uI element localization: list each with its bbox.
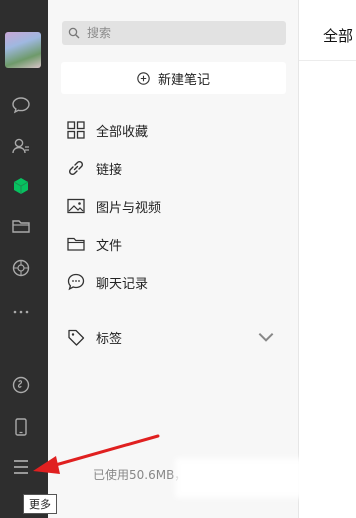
search-box[interactable] bbox=[62, 21, 286, 45]
tag-icon bbox=[68, 329, 85, 346]
nav-item-tags[interactable]: 标签 bbox=[66, 325, 286, 349]
favorites-panel: 新建笔记 全部收藏 链接 图片与视频 文件 聊天记录 标签 已使用50.6MB， bbox=[48, 0, 298, 518]
left-rail bbox=[0, 0, 48, 518]
grid-icon bbox=[67, 121, 85, 139]
menu-icon[interactable] bbox=[11, 457, 31, 477]
nav-item-images-videos[interactable]: 图片与视频 bbox=[66, 194, 286, 218]
plus-circle-icon bbox=[137, 71, 150, 85]
nav-item-chat-records[interactable]: 聊天记录 bbox=[66, 270, 286, 294]
mini-program-icon[interactable] bbox=[11, 375, 31, 395]
nav-item-links[interactable]: 链接 bbox=[66, 156, 286, 180]
folder-icon[interactable] bbox=[11, 216, 31, 236]
phone-icon[interactable] bbox=[11, 417, 31, 437]
more-dots-icon[interactable] bbox=[11, 302, 31, 322]
content-header-divider bbox=[299, 60, 356, 61]
link-icon bbox=[68, 160, 84, 176]
nav-item-files[interactable]: 文件 bbox=[66, 232, 286, 256]
image-icon bbox=[67, 198, 85, 214]
content-area: 全部 bbox=[299, 0, 356, 518]
more-tooltip: 更多 bbox=[23, 494, 57, 514]
nav-item-all-favorites[interactable]: 全部收藏 bbox=[66, 118, 286, 142]
chat-record-icon bbox=[67, 273, 85, 291]
contacts-icon[interactable] bbox=[11, 136, 31, 156]
chat-icon[interactable] bbox=[11, 95, 31, 115]
nav-label: 全部收藏 bbox=[96, 124, 149, 140]
blurred-region bbox=[175, 458, 345, 498]
chevron-down-icon[interactable] bbox=[256, 327, 276, 347]
nav-label: 聊天记录 bbox=[96, 276, 149, 292]
nav-label: 链接 bbox=[96, 162, 123, 178]
folder-icon bbox=[67, 237, 85, 251]
avatar[interactable] bbox=[5, 32, 41, 68]
nav-label: 图片与视频 bbox=[96, 200, 162, 216]
new-note-label: 新建笔记 bbox=[157, 72, 210, 88]
new-note-button[interactable]: 新建笔记 bbox=[61, 62, 286, 94]
moments-icon[interactable] bbox=[11, 258, 31, 278]
favorites-cube-icon[interactable] bbox=[11, 176, 31, 196]
content-title: 全部 bbox=[323, 27, 354, 45]
storage-usage: 已使用50.6MB， bbox=[93, 468, 187, 482]
search-input[interactable] bbox=[85, 25, 279, 41]
search-icon bbox=[68, 27, 80, 39]
nav-label: 文件 bbox=[96, 238, 123, 254]
nav-label: 标签 bbox=[96, 331, 123, 347]
